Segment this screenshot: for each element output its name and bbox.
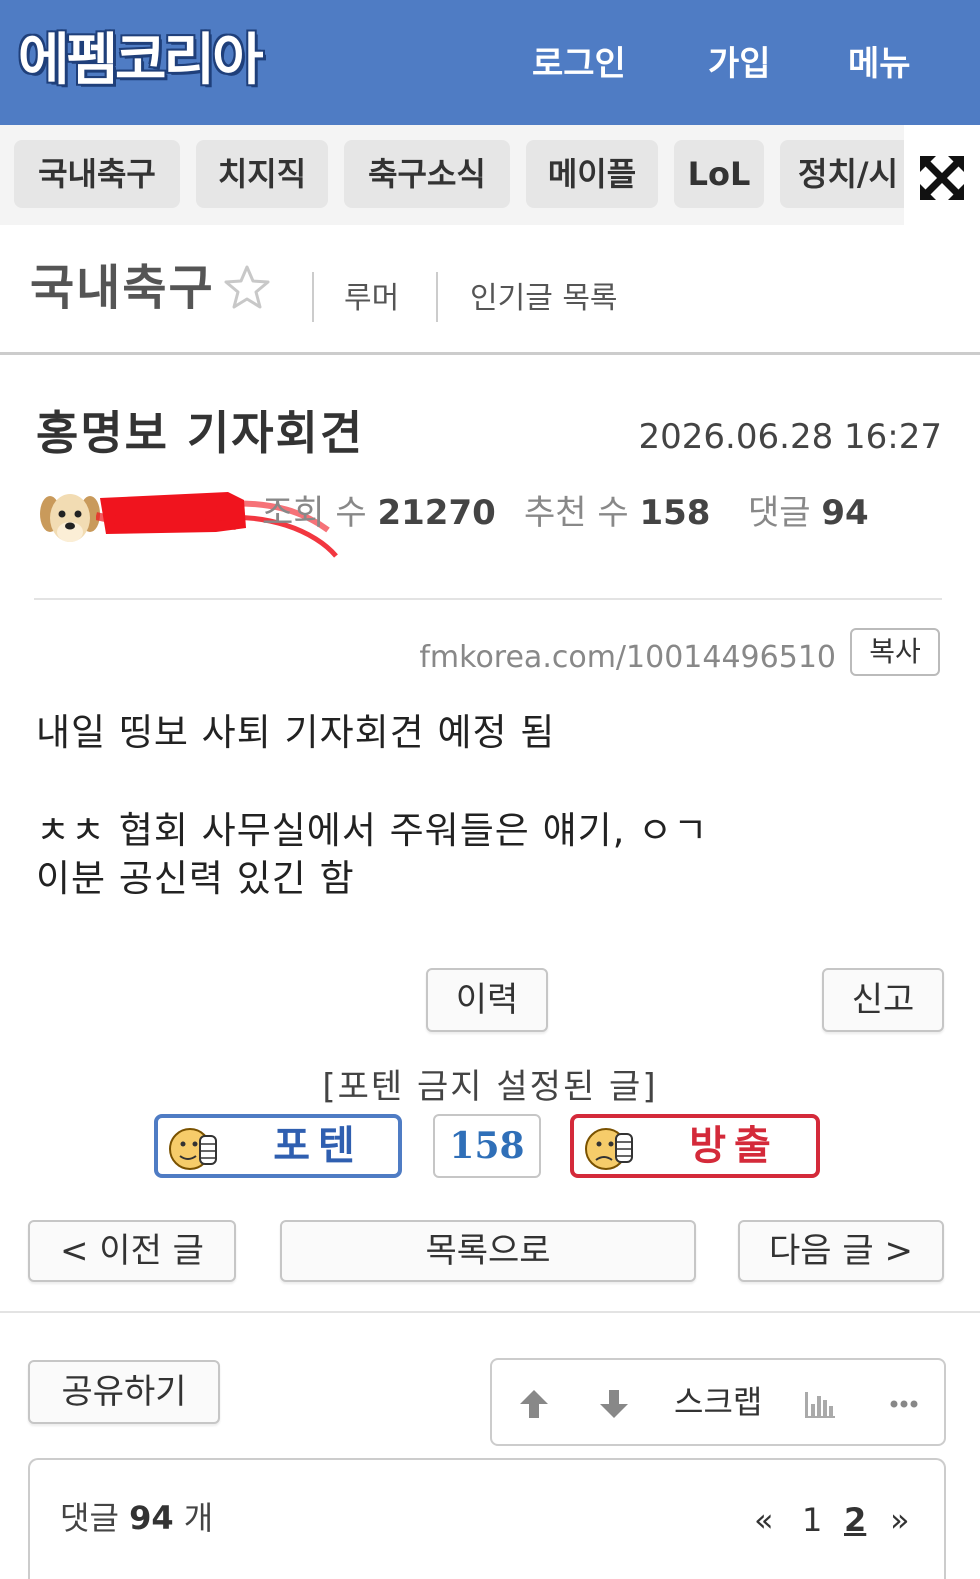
post-title: 홍명보 기자회견	[36, 406, 365, 460]
back-to-list-button[interactable]: 목록으로	[280, 1220, 696, 1282]
login-link[interactable]: 로그인	[532, 40, 626, 88]
vote-count: 158	[433, 1114, 541, 1178]
prev-post-button[interactable]: < 이전 글	[28, 1220, 236, 1282]
poten-ban-notice: [포텐 금지 설정된 글]	[322, 1067, 658, 1107]
short-url[interactable]: fmkorea.com/10014496510	[419, 636, 836, 680]
rumor-link[interactable]: 루머	[344, 278, 399, 320]
history-button[interactable]: 이력	[426, 968, 548, 1032]
separator	[436, 272, 438, 322]
recommend-count: 추천 수 158	[524, 493, 711, 533]
vote-down-button[interactable]: 방출	[570, 1114, 820, 1178]
comment-count: 댓글 94	[748, 493, 869, 533]
popular-list-link[interactable]: 인기글 목록	[470, 278, 618, 320]
post-body-line: ㅊㅊ 협회 사무실에서 주워들은 얘기, ㅇㄱ	[36, 809, 709, 852]
post-body-line: 내일 띵보 사퇴 기자회견 예정 됨	[36, 711, 556, 754]
category-tab-lol[interactable]: LoL	[674, 140, 764, 208]
expand-icon[interactable]	[920, 156, 964, 200]
author-avatar[interactable]	[38, 484, 102, 548]
arrow-up-icon[interactable]	[516, 1386, 552, 1422]
thumbs-down-face-icon	[585, 1128, 633, 1170]
post-body-line: 이분 공신력 있긴 함	[36, 857, 355, 900]
vote-down-label: 방출	[689, 1123, 779, 1169]
more-options-icon[interactable]	[886, 1386, 922, 1422]
share-button[interactable]: 공유하기	[28, 1360, 220, 1424]
stats-chart-icon[interactable]	[802, 1386, 838, 1422]
pager-prev[interactable]: «	[754, 1498, 774, 1542]
view-count: 조회 수 21270	[262, 493, 496, 533]
pager-page-2[interactable]: 2	[844, 1498, 866, 1542]
scrap-button[interactable]: 스크랩	[674, 1378, 762, 1426]
divider	[0, 352, 980, 355]
menu-link[interactable]: 메뉴	[848, 40, 911, 88]
thumbs-up-face-icon	[169, 1128, 217, 1170]
arrow-down-icon[interactable]	[596, 1386, 632, 1422]
pager-next[interactable]: »	[890, 1498, 910, 1542]
site-logo[interactable]: 에펨코리아	[18, 26, 264, 96]
category-tab-domestic-soccer[interactable]: 국내축구	[14, 140, 180, 208]
category-tab-maple[interactable]: 메이플	[526, 140, 658, 208]
pager-page-1[interactable]: 1	[802, 1498, 822, 1542]
divider	[0, 1311, 980, 1313]
copy-url-button[interactable]: 복사	[850, 628, 940, 676]
next-post-button[interactable]: 다음 글 >	[738, 1220, 944, 1282]
category-tab-chzzk[interactable]: 치지직	[196, 140, 328, 208]
favorite-star-icon[interactable]	[224, 264, 270, 310]
comments-section: 댓글 94 개 « 1 2 »	[28, 1458, 946, 1579]
board-title[interactable]: 국내축구	[30, 256, 215, 320]
post-date: 2026.06.28 16:27	[638, 417, 942, 457]
divider	[34, 598, 942, 600]
category-tab-soccer-news[interactable]: 축구소식	[344, 140, 510, 208]
comments-header: 댓글 94 개	[60, 1499, 214, 1537]
signup-link[interactable]: 가입	[708, 40, 771, 88]
vote-up-label: 포텐	[273, 1123, 363, 1169]
vote-up-button[interactable]: 포텐	[154, 1114, 402, 1178]
top-header: 에펨코리아 로그인 가입 메뉴	[0, 0, 980, 125]
report-button[interactable]: 신고	[822, 968, 944, 1032]
post-toolbox: 스크랩	[490, 1358, 946, 1446]
separator	[312, 272, 314, 322]
category-bar: 국내축구 치지직 축구소식 메이플 LoL 정치/시	[0, 125, 980, 225]
